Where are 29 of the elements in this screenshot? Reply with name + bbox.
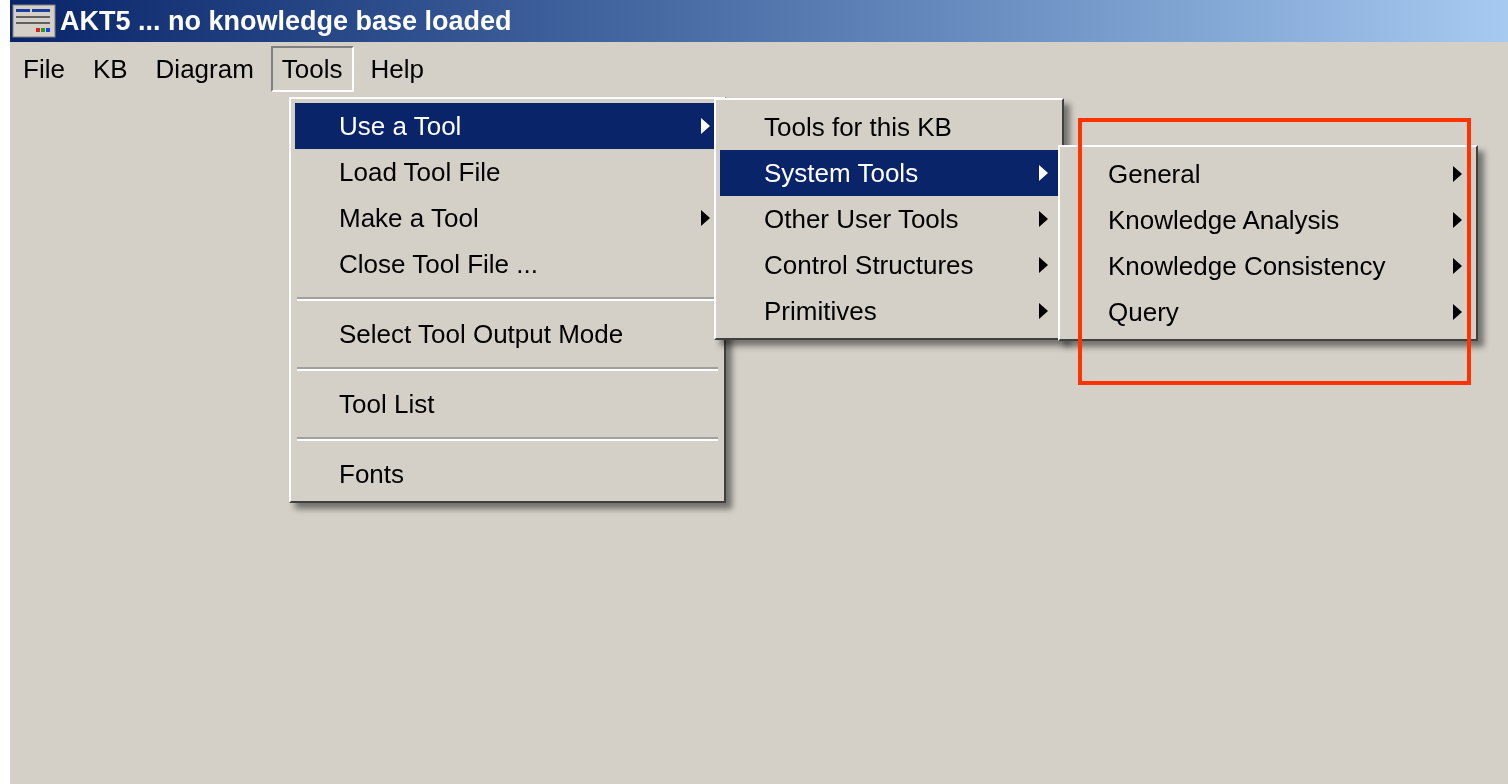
menu-item[interactable]: Other User Tools bbox=[720, 196, 1058, 242]
menu-item[interactable]: System Tools bbox=[720, 150, 1058, 196]
menu-item[interactable]: Make a Tool bbox=[295, 195, 720, 241]
menu-bar-item[interactable]: Diagram bbox=[144, 46, 265, 92]
menu-bar-item[interactable]: Tools bbox=[270, 46, 354, 92]
submenu-arrow-icon bbox=[701, 118, 710, 134]
menu-item[interactable]: Tool List bbox=[295, 381, 720, 427]
menu-bar-item[interactable]: KB bbox=[81, 46, 139, 92]
menu-item[interactable]: Knowledge Consistency bbox=[1064, 243, 1472, 289]
submenu-arrow-icon bbox=[1453, 304, 1462, 320]
submenu-arrow-icon bbox=[1039, 257, 1048, 273]
menu-item[interactable]: General bbox=[1064, 151, 1472, 197]
menu-bar-item[interactable]: File bbox=[12, 46, 76, 92]
submenu-arrow-icon bbox=[1453, 212, 1462, 228]
submenu-arrow-icon bbox=[1453, 258, 1462, 274]
menu-item[interactable]: Control Structures bbox=[720, 242, 1058, 288]
submenu-arrow-icon bbox=[1453, 166, 1462, 182]
submenu-arrow-icon bbox=[1039, 165, 1048, 181]
menu-item[interactable]: Tools for this KB bbox=[720, 104, 1058, 150]
menu-item[interactable]: Query bbox=[1064, 289, 1472, 335]
menu-item[interactable]: Knowledge Analysis bbox=[1064, 197, 1472, 243]
app-icon bbox=[12, 4, 56, 38]
menu-item[interactable]: Fonts bbox=[295, 451, 720, 497]
menu-item[interactable]: Primitives bbox=[720, 288, 1058, 334]
submenu-arrow-icon bbox=[701, 210, 710, 226]
menu-bar-item[interactable]: Help bbox=[359, 46, 436, 92]
submenu-arrow-icon bbox=[1039, 303, 1048, 319]
window-title: AKT5 ... no knowledge base loaded bbox=[60, 4, 512, 38]
submenu-arrow-icon bbox=[1039, 211, 1048, 227]
